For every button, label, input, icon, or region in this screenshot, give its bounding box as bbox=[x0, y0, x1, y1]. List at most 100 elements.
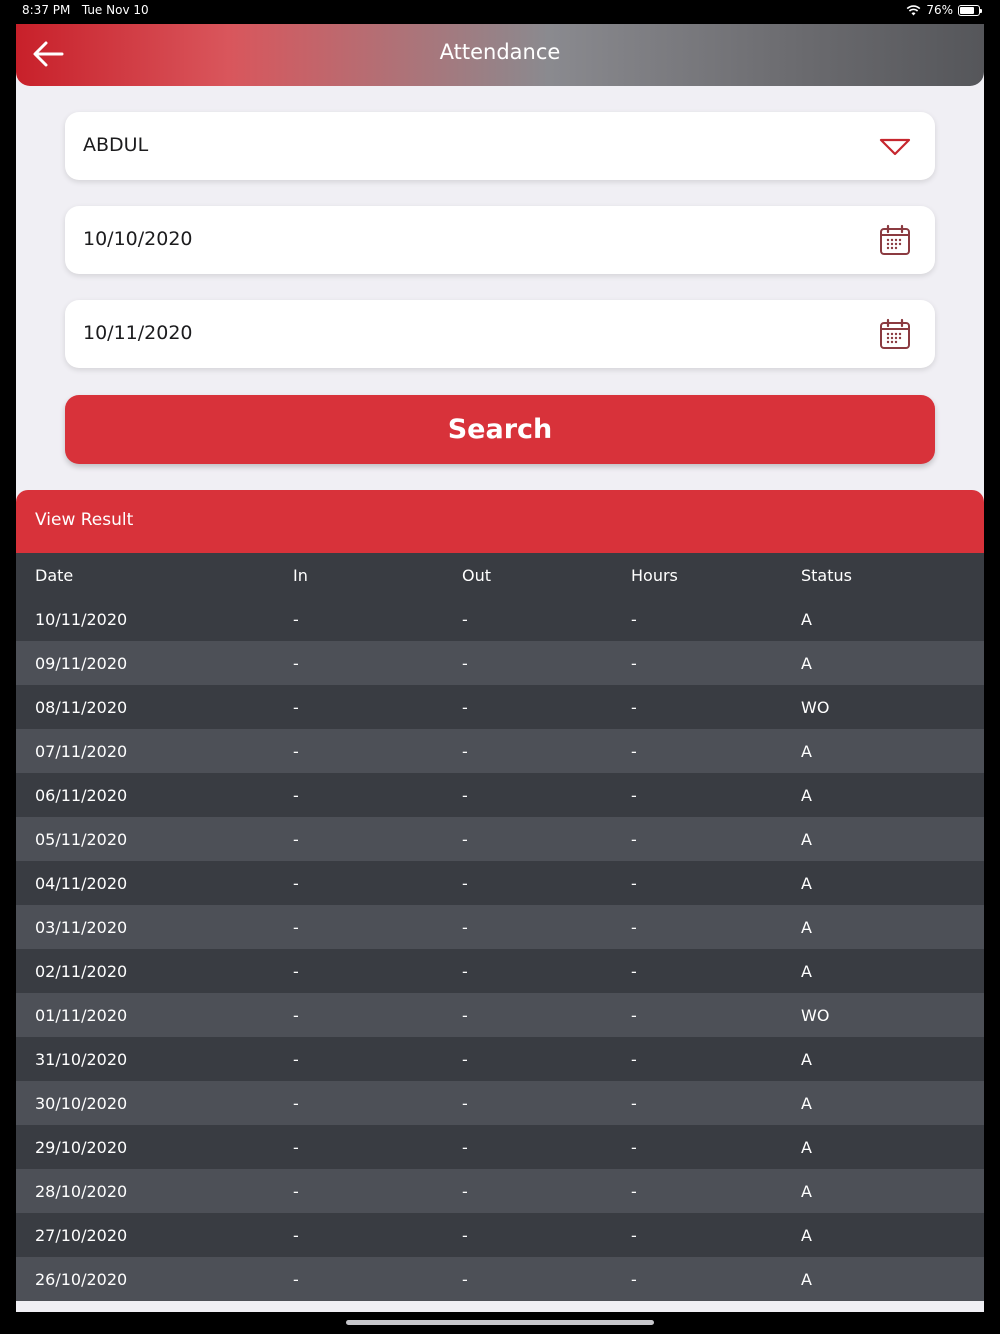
cell-hours: - bbox=[631, 698, 637, 717]
status-bar: 8:37 PM Tue Nov 10 76% bbox=[0, 0, 1000, 22]
app-screen: Attendance ABDUL 10/10/2020 10/11/2020 S… bbox=[16, 24, 984, 1312]
cell-date: 31/10/2020 bbox=[35, 1050, 128, 1069]
cell-status: A bbox=[801, 786, 812, 805]
column-header-date: Date bbox=[35, 566, 74, 585]
cell-hours: - bbox=[631, 786, 637, 805]
column-header-out: Out bbox=[462, 566, 492, 585]
cell-out: - bbox=[462, 1138, 468, 1157]
table-row: 07/11/2020 - - - A bbox=[16, 729, 984, 773]
table-row: 05/11/2020 - - - A bbox=[16, 817, 984, 861]
table-row: 26/10/2020 - - - A bbox=[16, 1257, 984, 1301]
cell-status: A bbox=[801, 1270, 812, 1289]
cell-hours: - bbox=[631, 918, 637, 937]
employee-select[interactable]: ABDUL bbox=[65, 112, 935, 180]
cell-status: A bbox=[801, 1094, 812, 1113]
cell-in: - bbox=[293, 874, 299, 893]
cell-date: 29/10/2020 bbox=[35, 1138, 128, 1157]
calendar-icon[interactable] bbox=[879, 318, 911, 350]
cell-in: - bbox=[293, 1094, 299, 1113]
table-row: 30/10/2020 - - - A bbox=[16, 1081, 984, 1125]
table-row: 10/11/2020 - - - A bbox=[16, 597, 984, 641]
wifi-icon bbox=[906, 4, 921, 15]
column-header-hours: Hours bbox=[631, 566, 678, 585]
cell-hours: - bbox=[631, 610, 637, 629]
status-time: 8:37 PM Tue Nov 10 bbox=[22, 3, 149, 17]
cell-in: - bbox=[293, 1138, 299, 1157]
cell-out: - bbox=[462, 830, 468, 849]
table-row: 06/11/2020 - - - A bbox=[16, 773, 984, 817]
header-bar: Attendance bbox=[16, 24, 984, 86]
battery-percent: 76% bbox=[926, 3, 953, 17]
cell-in: - bbox=[293, 786, 299, 805]
view-result-header: View Result bbox=[16, 490, 984, 553]
cell-date: 26/10/2020 bbox=[35, 1270, 128, 1289]
page-title: Attendance bbox=[439, 40, 561, 64]
cell-hours: - bbox=[631, 1138, 637, 1157]
cell-out: - bbox=[462, 742, 468, 761]
chevron-down-icon[interactable] bbox=[879, 130, 911, 162]
cell-date: 02/11/2020 bbox=[35, 962, 128, 981]
cell-hours: - bbox=[631, 874, 637, 893]
cell-date: 06/11/2020 bbox=[35, 786, 128, 805]
cell-in: - bbox=[293, 1226, 299, 1245]
battery-icon bbox=[958, 4, 982, 16]
cell-date: 04/11/2020 bbox=[35, 874, 128, 893]
cell-date: 28/10/2020 bbox=[35, 1182, 128, 1201]
cell-status: A bbox=[801, 918, 812, 937]
table-row: 03/11/2020 - - - A bbox=[16, 905, 984, 949]
cell-date: 09/11/2020 bbox=[35, 654, 128, 673]
column-header-status: Status bbox=[801, 566, 852, 585]
to-date-field[interactable]: 10/11/2020 bbox=[65, 300, 935, 368]
cell-in: - bbox=[293, 698, 299, 717]
cell-status: WO bbox=[801, 1006, 830, 1025]
cell-hours: - bbox=[631, 1270, 637, 1289]
cell-in: - bbox=[293, 918, 299, 937]
view-result-title: View Result bbox=[35, 510, 134, 530]
attendance-table: Date In Out Hours Status 10/11/2020- - - A 0… bbox=[16, 553, 984, 1301]
cell-in: - bbox=[293, 654, 299, 673]
cell-out: - bbox=[462, 962, 468, 981]
table-row: 28/10/2020 - - - A bbox=[16, 1169, 984, 1213]
cell-hours: - bbox=[631, 962, 637, 981]
cell-status: A bbox=[801, 1138, 812, 1157]
cell-out: - bbox=[462, 918, 468, 937]
cell-out: - bbox=[462, 1270, 468, 1289]
cell-in: - bbox=[293, 1270, 299, 1289]
cell-date: 05/11/2020 bbox=[35, 830, 128, 849]
cell-hours: - bbox=[631, 1182, 637, 1201]
cell-status: A bbox=[801, 1182, 812, 1201]
cell-status: WO bbox=[801, 698, 830, 717]
table-header-row: Date In Out Hours Status bbox=[16, 553, 984, 597]
cell-hours: - bbox=[631, 742, 637, 761]
cell-in: - bbox=[293, 1182, 299, 1201]
cell-status: A bbox=[801, 962, 812, 981]
cell-in: - bbox=[293, 742, 299, 761]
cell-date: 10/11/2020 bbox=[35, 610, 128, 629]
search-button[interactable]: Search bbox=[65, 395, 935, 464]
cell-out: - bbox=[462, 610, 468, 629]
cell-hours: - bbox=[631, 1226, 637, 1245]
column-header-in: In bbox=[293, 566, 308, 585]
cell-in: - bbox=[293, 962, 299, 981]
home-indicator[interactable] bbox=[346, 1320, 654, 1325]
cell-date: 01/11/2020 bbox=[35, 1006, 128, 1025]
employee-value: ABDUL bbox=[83, 134, 149, 156]
table-row: 04/11/2020 - - - A bbox=[16, 861, 984, 905]
table-row: 27/10/2020 - - - A bbox=[16, 1213, 984, 1257]
cell-hours: - bbox=[631, 1006, 637, 1025]
cell-out: - bbox=[462, 698, 468, 717]
table-row: 29/10/2020 - - - A bbox=[16, 1125, 984, 1169]
cell-status: A bbox=[801, 830, 812, 849]
cell-in: - bbox=[293, 830, 299, 849]
table-body: 10/11/2020 - - - A 09/11/2020 - - - A 08/11/2020 - -… bbox=[16, 597, 984, 1301]
from-date-field[interactable]: 10/10/2020 bbox=[65, 206, 935, 274]
cell-status: A bbox=[801, 654, 812, 673]
cell-out: - bbox=[462, 1094, 468, 1113]
cell-date: 07/11/2020 bbox=[35, 742, 128, 761]
calendar-icon[interactable] bbox=[879, 224, 911, 256]
table-row: 02/11/2020 - - - A bbox=[16, 949, 984, 993]
cell-out: - bbox=[462, 1050, 468, 1069]
cell-date: 30/10/2020 bbox=[35, 1094, 128, 1113]
cell-date: 08/11/2020 bbox=[35, 698, 128, 717]
cell-in: - bbox=[293, 1006, 299, 1025]
